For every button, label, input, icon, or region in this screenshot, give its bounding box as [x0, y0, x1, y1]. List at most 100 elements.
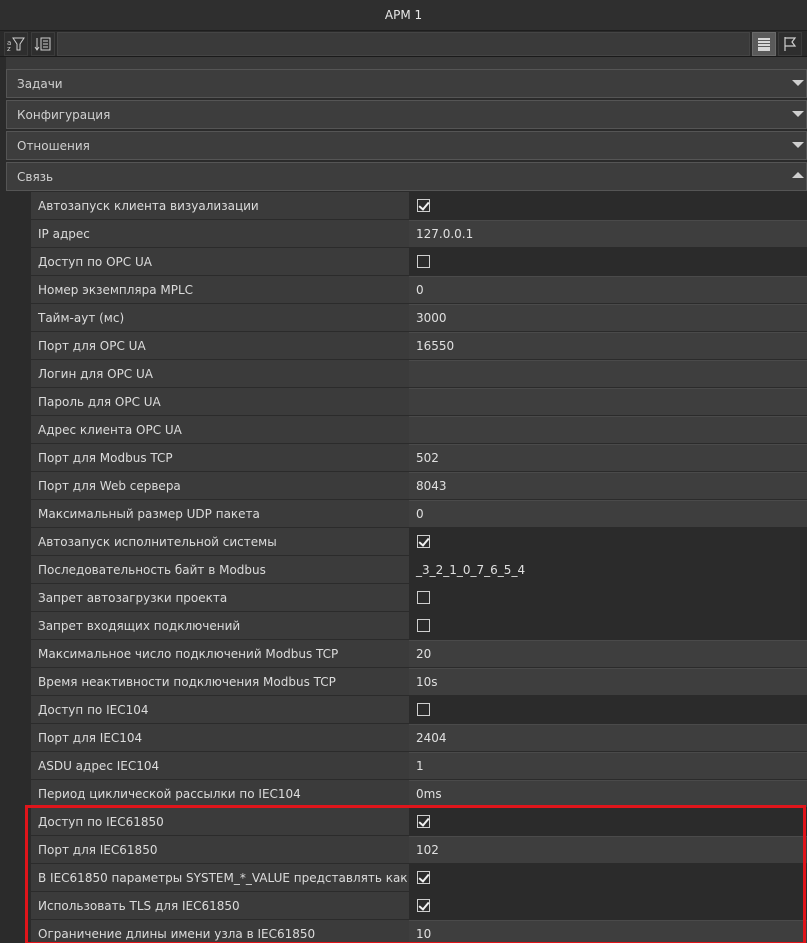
- property-row: Пароль для OPC UA: [6, 388, 807, 416]
- row-gutter: [6, 696, 31, 724]
- property-label: В IEC61850 параметры SYSTEM_*_VALUE пред…: [31, 864, 409, 892]
- svg-text:z: z: [7, 45, 11, 52]
- flag-button[interactable]: [778, 31, 802, 56]
- row-gutter: [6, 276, 31, 304]
- property-value-field[interactable]: 10: [409, 920, 807, 943]
- row-gutter: [6, 556, 31, 584]
- property-value-field[interactable]: [409, 416, 807, 444]
- row-gutter: [6, 500, 31, 528]
- property-value-cell[interactable]: [409, 192, 807, 220]
- property-label: Номер экземпляра MPLC: [31, 276, 409, 304]
- property-value-field[interactable]: [409, 360, 807, 388]
- property-value-field[interactable]: 10s: [409, 668, 807, 696]
- property-value-field[interactable]: 20: [409, 640, 807, 668]
- row-gutter: [6, 780, 31, 808]
- row-gutter: [6, 584, 31, 612]
- property-grid: Задачи Конфигурация Отношения Связь Авто…: [0, 57, 807, 943]
- property-value: 3000: [416, 311, 447, 325]
- section-communication[interactable]: Связь: [6, 162, 807, 191]
- property-row: Период циклической рассылки по IEC104 0ms: [6, 780, 807, 808]
- property-label: Тайм-аут (мс): [31, 304, 409, 332]
- sort-button[interactable]: [31, 31, 55, 56]
- property-value-field[interactable]: 2404: [409, 724, 807, 752]
- property-value-cell[interactable]: [409, 528, 807, 556]
- property-row: Запрет автозагрузки проекта: [6, 584, 807, 612]
- row-gutter: [6, 528, 31, 556]
- row-gutter: [6, 640, 31, 668]
- property-label: Ограничение длины имени узла в IEC61850: [31, 920, 409, 943]
- row-gutter: [6, 220, 31, 248]
- property-value-cell[interactable]: [409, 864, 807, 892]
- property-value-field[interactable]: _3_2_1_0_7_6_5_4: [409, 556, 807, 584]
- property-label: Использовать TLS для IEC61850: [31, 892, 409, 920]
- property-row: Время неактивности подключения Modbus TC…: [6, 668, 807, 696]
- property-checkbox[interactable]: [417, 899, 430, 912]
- property-label: Запрет автозагрузки проекта: [31, 584, 409, 612]
- section-tasks[interactable]: Задачи: [6, 69, 807, 98]
- property-row: Запрет входящих подключений: [6, 612, 807, 640]
- property-value-field[interactable]: 0: [409, 276, 807, 304]
- section-configuration[interactable]: Конфигурация: [6, 100, 807, 129]
- property-checkbox[interactable]: [417, 255, 430, 268]
- property-checkbox[interactable]: [417, 871, 430, 884]
- property-label: Время неактивности подключения Modbus TC…: [31, 668, 409, 696]
- property-value-field[interactable]: 1: [409, 752, 807, 780]
- property-row: Номер экземпляра MPLC 0: [6, 276, 807, 304]
- property-value-cell[interactable]: [409, 892, 807, 920]
- property-value-field[interactable]: 0ms: [409, 780, 807, 808]
- toolbar: a z: [0, 31, 807, 57]
- property-row: ASDU адрес IEC104 1: [6, 752, 807, 780]
- property-value-cell[interactable]: [409, 808, 807, 836]
- property-value: 502: [416, 451, 439, 465]
- flag-icon: [782, 36, 798, 52]
- property-value: 10: [416, 927, 432, 941]
- list-view-button[interactable]: [752, 31, 776, 56]
- property-row: Порт для Web сервера 8043: [6, 472, 807, 500]
- search-input[interactable]: [57, 31, 750, 56]
- property-value-field[interactable]: 127.0.0.1: [409, 220, 807, 248]
- property-row: Тайм-аут (мс) 3000: [6, 304, 807, 332]
- property-value-cell[interactable]: [409, 696, 807, 724]
- property-value-field[interactable]: 16550: [409, 332, 807, 360]
- property-label: Порт для Web сервера: [31, 472, 409, 500]
- property-value-field[interactable]: 0: [409, 500, 807, 528]
- property-label: Последовательность байт в Modbus: [31, 556, 409, 584]
- window-title: APM 1: [384, 8, 423, 22]
- property-row: Максимальный размер UDP пакета 0: [6, 500, 807, 528]
- property-list: Автозапуск клиента визуализации IP адрес 1…: [6, 192, 807, 943]
- property-row: Доступ по OPC UA: [6, 248, 807, 276]
- row-gutter: [6, 892, 31, 920]
- property-value: 8043: [416, 479, 447, 493]
- list-icon: [757, 37, 771, 51]
- section-relations[interactable]: Отношения: [6, 131, 807, 160]
- property-value-field[interactable]: 502: [409, 444, 807, 472]
- property-value-field[interactable]: 8043: [409, 472, 807, 500]
- property-row: Использовать TLS для IEC61850: [6, 892, 807, 920]
- property-value-cell[interactable]: [409, 612, 807, 640]
- property-value: 10s: [416, 675, 438, 689]
- property-label: Доступ по OPC UA: [31, 248, 409, 276]
- property-label: Пароль для OPC UA: [31, 388, 409, 416]
- property-checkbox[interactable]: [417, 591, 430, 604]
- section-label: Конфигурация: [17, 107, 111, 122]
- property-checkbox[interactable]: [417, 619, 430, 632]
- property-checkbox[interactable]: [417, 815, 430, 828]
- filter-icon: a z: [7, 36, 25, 52]
- property-row: Порт для Modbus TCP 502: [6, 444, 807, 472]
- property-label: Автозапуск исполнительной системы: [31, 528, 409, 556]
- property-checkbox[interactable]: [417, 703, 430, 716]
- property-value: 16550: [416, 339, 455, 353]
- property-value: _3_2_1_0_7_6_5_4: [416, 562, 526, 577]
- property-checkbox[interactable]: [417, 199, 430, 212]
- property-value-field[interactable]: 3000: [409, 304, 807, 332]
- property-label: IP адрес: [31, 220, 409, 248]
- filter-button[interactable]: a z: [4, 31, 28, 56]
- property-value-field[interactable]: [409, 388, 807, 416]
- property-value-cell[interactable]: [409, 584, 807, 612]
- property-value-cell[interactable]: [409, 248, 807, 276]
- property-value-field[interactable]: 102: [409, 836, 807, 864]
- property-value: 0: [416, 283, 424, 297]
- row-gutter: [6, 304, 31, 332]
- property-checkbox[interactable]: [417, 535, 430, 548]
- property-value: 20: [416, 647, 432, 661]
